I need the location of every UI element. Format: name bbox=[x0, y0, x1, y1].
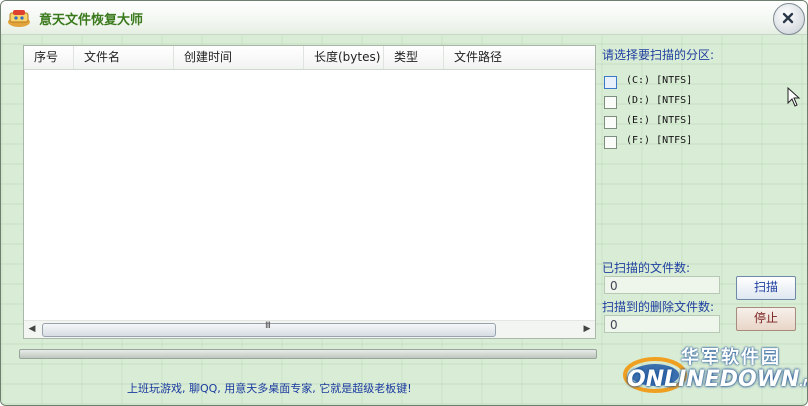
stop-button[interactable]: 停止 bbox=[736, 307, 796, 331]
title-bar[interactable]: 意天文件恢复大师 bbox=[1, 1, 807, 35]
watermark-en-word: ONLINEDOWN bbox=[627, 367, 800, 392]
close-icon bbox=[782, 12, 794, 24]
drive-e-label: (E:) [NTFS] bbox=[626, 115, 693, 126]
drive-c-label: (C:) [NTFS] bbox=[626, 75, 693, 86]
mouse-cursor-icon bbox=[787, 87, 801, 107]
close-button[interactable] bbox=[773, 3, 805, 35]
drive-e-checkbox[interactable] bbox=[604, 116, 617, 129]
drive-d-label: (D:) [NTFS] bbox=[626, 95, 693, 106]
list-header: 序号 文件名 创建时间 长度(bytes) 类型 文件路径 bbox=[24, 46, 595, 70]
column-header-size[interactable]: 长度(bytes) bbox=[304, 46, 384, 69]
footer-ad-text[interactable]: 上班玩游戏, 聊QQ, 用意天多桌面专家, 它就是超级老板键! bbox=[127, 380, 412, 396]
app-logo-icon bbox=[8, 10, 30, 27]
scanned-count-label: 已扫描的文件数: bbox=[602, 261, 691, 275]
column-header-created[interactable]: 创建时间 bbox=[174, 46, 304, 69]
scanned-count-field: 0 bbox=[604, 276, 720, 294]
watermark-cn-text: 华军软件园 bbox=[681, 347, 781, 368]
deleted-count-label: 扫描到的删除文件数: bbox=[602, 300, 715, 314]
column-header-type[interactable]: 类型 bbox=[384, 46, 444, 69]
watermark-en-text: ONLINEDOWN.NET bbox=[627, 367, 807, 392]
scan-button[interactable]: 扫描 bbox=[736, 276, 796, 300]
horizontal-scrollbar[interactable]: ◀ III ▶ bbox=[24, 320, 595, 338]
scroll-right-icon[interactable]: ▶ bbox=[579, 321, 595, 338]
drive-f-label: (F:) [NTFS] bbox=[626, 135, 693, 146]
column-header-path[interactable]: 文件路径 bbox=[444, 46, 595, 69]
partition-title: 请选择要扫描的分区: bbox=[602, 48, 715, 62]
column-header-filename[interactable]: 文件名 bbox=[74, 46, 174, 69]
drive-d-checkbox[interactable] bbox=[604, 96, 617, 109]
scroll-grip: III bbox=[265, 321, 271, 331]
drive-c-checkbox[interactable] bbox=[604, 76, 617, 89]
drive-f-checkbox[interactable] bbox=[604, 136, 617, 149]
window-title: 意天文件恢复大师 bbox=[39, 13, 144, 28]
scroll-thumb[interactable]: III bbox=[42, 321, 496, 337]
scan-progress-bar bbox=[19, 349, 597, 359]
column-header-index[interactable]: 序号 bbox=[24, 46, 74, 69]
site-watermark: 华军软件园 ONLINEDOWN.NET bbox=[621, 335, 807, 405]
scroll-left-icon[interactable]: ◀ bbox=[24, 321, 40, 338]
file-list[interactable]: 序号 文件名 创建时间 长度(bytes) 类型 文件路径 ◀ III ▶ bbox=[23, 45, 596, 339]
deleted-count-field: 0 bbox=[604, 315, 720, 333]
app-window: 意天文件恢复大师 序号 文件名 创建时间 长度(bytes) 类型 文件路径 ◀… bbox=[0, 0, 808, 406]
watermark-suffix: .NET bbox=[799, 378, 807, 389]
